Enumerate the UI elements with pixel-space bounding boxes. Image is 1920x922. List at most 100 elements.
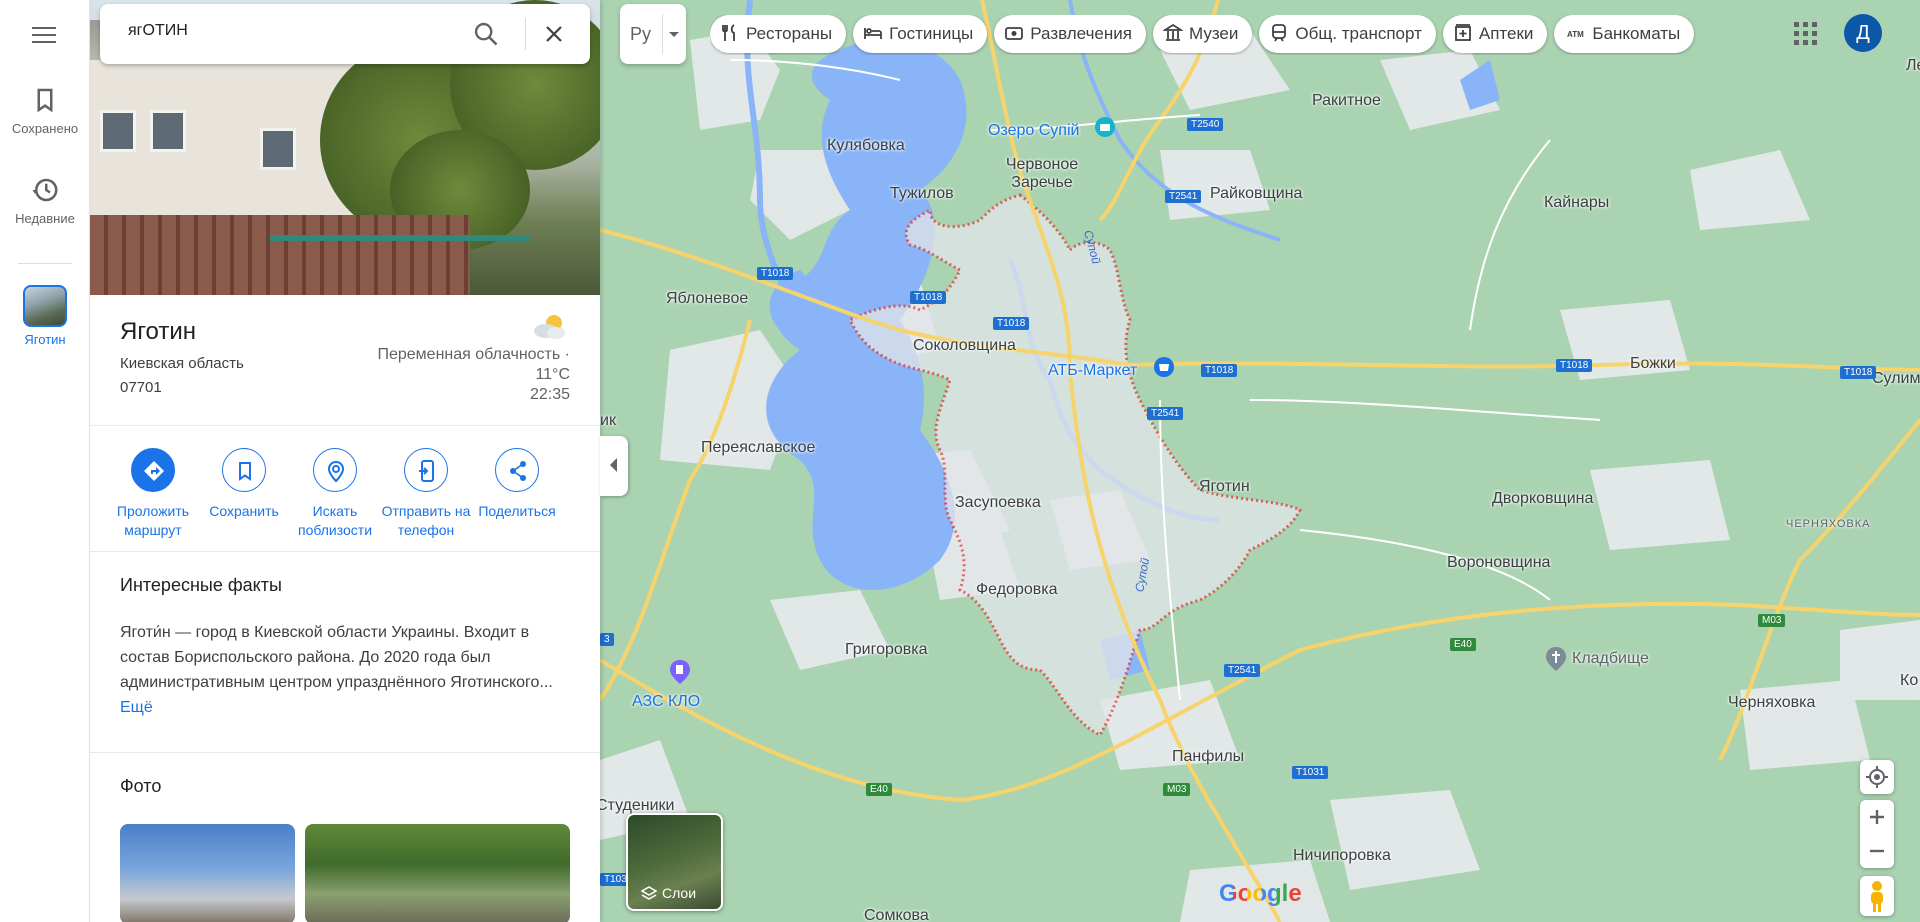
save-place-button[interactable]: Сохранить xyxy=(199,448,289,521)
share-button[interactable]: Поделиться xyxy=(472,448,562,521)
chip-entertainment[interactable]: Развлечения xyxy=(994,15,1146,53)
chip-label: Рестораны xyxy=(746,24,833,43)
map-place-label[interactable]: Панфилы xyxy=(1172,748,1244,766)
facts-heading: Интересные факты xyxy=(120,575,282,595)
chip-pharmacies[interactable]: Аптеки xyxy=(1442,15,1548,53)
zoom-controls xyxy=(1860,800,1894,868)
map-place-label[interactable]: Тужилов xyxy=(890,185,954,203)
menu-icon[interactable] xyxy=(30,22,58,48)
layers-icon xyxy=(640,886,658,900)
shopping-poi-icon[interactable] xyxy=(1153,356,1175,378)
chip-label: Гостиницы xyxy=(889,24,974,43)
search-input[interactable] xyxy=(128,22,458,40)
share-icon xyxy=(495,448,539,492)
search-icon[interactable] xyxy=(472,20,500,48)
my-location-icon xyxy=(1860,760,1894,794)
nearby-button[interactable]: Искать поблизости xyxy=(290,448,380,540)
map-place-label[interactable]: Соколовщина xyxy=(913,337,1016,355)
chip-hotels[interactable]: Гостиницы xyxy=(853,15,988,53)
close-icon[interactable] xyxy=(542,22,566,46)
rail-divider xyxy=(18,263,72,264)
map-place-label[interactable]: Райковщина xyxy=(1210,185,1302,203)
map-place-label[interactable]: Кулябовка xyxy=(827,137,905,155)
layers-label: Слои xyxy=(662,885,697,901)
poi-label[interactable]: АЗС КЛО xyxy=(632,693,700,711)
map-small-label: ЧЕРНЯХОВКА xyxy=(1786,518,1871,530)
saved-button[interactable]: Сохранено xyxy=(0,85,90,136)
directions-button[interactable]: Проложить маршрут xyxy=(108,448,198,540)
map-place-label[interactable]: Черняховка xyxy=(1728,694,1815,712)
map-place-label[interactable]: Ко xyxy=(1900,672,1918,690)
photo-window xyxy=(100,110,136,152)
cemetery-icon[interactable] xyxy=(1544,645,1568,673)
poi-label[interactable]: Кладбище xyxy=(1572,650,1649,668)
map-canvas[interactable]: Кулябовка Тужилов Червоное Заречье Ракит… xyxy=(600,0,1920,922)
zoom-in-button[interactable] xyxy=(1860,800,1894,834)
chip-restaurants[interactable]: Рестораны xyxy=(710,15,847,53)
map-place-label[interactable]: Ракитное xyxy=(1312,92,1381,110)
section-divider xyxy=(90,752,600,753)
chevron-down-icon[interactable] xyxy=(669,32,679,37)
zoom-out-button[interactable] xyxy=(1860,834,1894,868)
map-place-label[interactable]: Федоровка xyxy=(976,581,1058,599)
road-shield: T2540 xyxy=(1187,118,1224,131)
map-language-button[interactable]: Ру xyxy=(620,4,686,64)
left-rail: Сохранено Недавние Яготин xyxy=(0,0,90,922)
recent-button[interactable]: Недавние xyxy=(0,175,90,226)
apps-grid-icon[interactable] xyxy=(1794,22,1818,46)
chip-atms[interactable]: ATM Банкоматы xyxy=(1554,15,1695,53)
chip-museums[interactable]: Музеи xyxy=(1152,15,1253,53)
gas-station-icon[interactable] xyxy=(668,658,692,686)
poi-label[interactable]: АТБ-Маркет xyxy=(1048,362,1137,380)
map-place-label[interactable]: Засупоевка xyxy=(955,494,1041,512)
map-place-label[interactable]: Дворковщина xyxy=(1492,490,1593,508)
plus-icon xyxy=(1870,810,1884,824)
map-place-label[interactable]: Ничипоровка xyxy=(1293,847,1391,865)
map-place-label[interactable]: Червоное Заречье xyxy=(992,156,1092,192)
facts-body: Яготи́н — город в Киевской области Украи… xyxy=(120,624,553,691)
save-place-label: Сохранить xyxy=(209,503,279,519)
send-to-phone-button[interactable]: Отправить на телефон xyxy=(381,448,471,540)
map-place-label[interactable]: Сулим xyxy=(1872,370,1920,388)
road-shield: M03 xyxy=(1758,614,1786,627)
partly-cloudy-icon xyxy=(534,315,565,339)
map-place-label[interactable]: Божки xyxy=(1630,355,1676,373)
chip-label: Развлечения xyxy=(1030,24,1132,43)
pegman-icon xyxy=(1871,881,1883,912)
map-place-label[interactable]: Ле xyxy=(1906,57,1920,75)
recent-place-thumbnail[interactable] xyxy=(23,285,67,327)
map-place-label[interactable]: Переяславское xyxy=(701,439,815,457)
photo-thumbnail[interactable] xyxy=(120,824,295,922)
road-shield: E40 xyxy=(1450,638,1476,651)
road-shield: T1018 xyxy=(993,317,1030,330)
poi-label[interactable]: Озеро Супій xyxy=(988,122,1079,140)
photo-window xyxy=(150,110,186,152)
account-avatar[interactable]: Д xyxy=(1844,14,1882,52)
map-place-label[interactable]: Григоровка xyxy=(845,641,928,659)
street-view-pegman[interactable] xyxy=(1860,876,1894,916)
photo-thumbnail[interactable] xyxy=(305,824,570,922)
map-place-label[interactable]: Яблоневое xyxy=(666,290,748,308)
photos-heading: Фото xyxy=(120,776,162,796)
recent-label: Недавние xyxy=(15,211,75,226)
collapse-panel-button[interactable] xyxy=(600,436,628,496)
recent-place-label[interactable]: Яготин xyxy=(0,332,90,347)
share-label: Поделиться xyxy=(478,503,556,519)
pharmacy-icon xyxy=(1454,23,1471,41)
map-place-label[interactable]: Яготин xyxy=(1199,478,1250,496)
google-logo: Google xyxy=(1219,880,1302,908)
map-place-label[interactable]: Кайнары xyxy=(1544,194,1609,212)
camera-poi-icon[interactable] xyxy=(1094,116,1116,138)
weather-text: Переменная облачность · 11°C xyxy=(377,346,570,383)
chip-transit[interactable]: Общ. транспорт xyxy=(1259,15,1436,53)
my-location-button[interactable] xyxy=(1860,760,1894,794)
map-place-label[interactable]: Вороновщина xyxy=(1447,554,1550,572)
facts-more-link[interactable]: Ещё xyxy=(120,699,153,716)
category-chips: Рестораны Гостиницы Развлечения Музеи Об… xyxy=(710,15,1739,55)
map-place-label[interactable]: Сомкова xyxy=(864,907,929,922)
road-shield: T1018 xyxy=(1201,364,1238,377)
photo-fence xyxy=(90,215,470,295)
layers-button[interactable]: Слои xyxy=(626,813,723,911)
map-place-label[interactable]: ик xyxy=(600,412,616,430)
road-shield: T1018 xyxy=(1840,366,1877,379)
